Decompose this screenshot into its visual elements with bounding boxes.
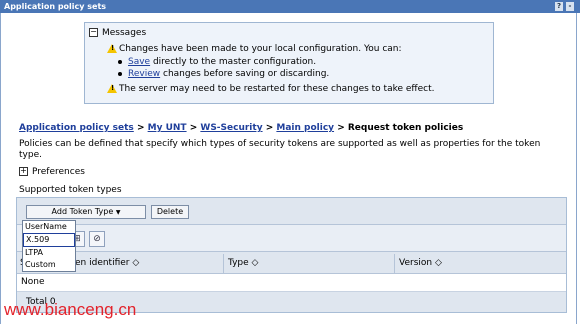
breadcrumb-application-policy-sets[interactable]: Application policy sets bbox=[19, 123, 134, 133]
breadcrumb-my-unt[interactable]: My UNT bbox=[148, 123, 187, 133]
page-description: Policies can be defined that specify whi… bbox=[19, 139, 541, 160]
messages-header: − Messages bbox=[89, 28, 146, 38]
bullet-icon bbox=[118, 71, 122, 76]
preferences-toggle[interactable]: + Preferences bbox=[19, 167, 85, 177]
expand-icon[interactable]: + bbox=[19, 167, 28, 176]
breadcrumb-separator: > bbox=[265, 123, 274, 133]
warning-icon bbox=[107, 84, 117, 93]
sort-icon[interactable]: ◇ bbox=[435, 258, 442, 268]
table-row: None bbox=[17, 274, 566, 292]
save-link[interactable]: Save bbox=[128, 57, 150, 67]
table-toolbar: Add Token Type ▼ Delete bbox=[17, 198, 566, 225]
dropdown-option-ltpa[interactable]: LTPA bbox=[23, 247, 75, 259]
type-column-header[interactable]: Type ◇ bbox=[228, 258, 258, 268]
message-changes: Changes have been made to your local con… bbox=[107, 44, 402, 54]
table-header-row: S en identifier ◇ Type ◇ Version ◇ bbox=[17, 254, 566, 274]
type-header-label: Type bbox=[228, 258, 249, 268]
dropdown-option-custom[interactable]: Custom bbox=[23, 259, 75, 271]
column-divider bbox=[223, 254, 224, 273]
window-title: Application policy sets bbox=[4, 2, 107, 11]
dropdown-option-x509[interactable]: X.509 bbox=[23, 233, 75, 247]
message-changes-text: Changes have been made to your local con… bbox=[119, 44, 402, 54]
token-identifier-header-label: en identifier bbox=[75, 258, 130, 268]
breadcrumb-separator: > bbox=[337, 123, 345, 133]
breadcrumb-main-policy[interactable]: Main policy bbox=[276, 123, 334, 133]
token-identifier-column-header[interactable]: en identifier ◇ bbox=[75, 258, 139, 268]
breadcrumb-current: Request token policies bbox=[347, 123, 464, 133]
breadcrumb-ws-security[interactable]: WS-Security bbox=[200, 123, 262, 133]
chevron-down-icon: ▼ bbox=[115, 209, 121, 216]
window-titlebar: Application policy sets ? - bbox=[0, 0, 580, 13]
message-review: Review changes before saving or discardi… bbox=[118, 69, 329, 79]
breadcrumb-separator: > bbox=[189, 123, 198, 133]
selection-toolbar: ⊞ ⊘ bbox=[17, 225, 566, 252]
empty-row-text: None bbox=[21, 277, 45, 287]
save-text: directly to the master configuration. bbox=[152, 57, 317, 67]
version-column-header[interactable]: Version ◇ bbox=[399, 258, 442, 268]
warning-icon bbox=[107, 44, 117, 53]
review-link[interactable]: Review bbox=[128, 69, 160, 79]
preferences-label: Preferences bbox=[32, 167, 85, 177]
version-header-label: Version bbox=[399, 258, 433, 268]
breadcrumb: Application policy sets > My UNT > WS-Se… bbox=[19, 123, 463, 133]
message-restart: The server may need to be restarted for … bbox=[107, 84, 435, 94]
messages-panel: −Messages Changes have been made to your… bbox=[84, 22, 494, 104]
supported-token-types-label: Supported token types bbox=[19, 185, 122, 195]
message-save: Save directly to the master configuratio… bbox=[118, 57, 316, 67]
delete-button[interactable]: Delete bbox=[151, 205, 189, 219]
sort-icon[interactable]: ◇ bbox=[132, 258, 139, 268]
message-restart-text: The server may need to be restarted for … bbox=[119, 84, 435, 94]
add-token-type-button[interactable]: Add Token Type ▼ bbox=[26, 205, 146, 219]
column-divider bbox=[394, 254, 395, 273]
add-token-type-label: Add Token Type bbox=[51, 207, 114, 216]
token-types-table: Add Token Type ▼ Delete ⊞ ⊘ S en identif… bbox=[16, 197, 567, 313]
watermark: www.bianceng.cn bbox=[4, 300, 137, 319]
bullet-icon bbox=[118, 59, 122, 64]
breadcrumb-separator: > bbox=[136, 123, 145, 133]
token-type-dropdown[interactable]: UserName X.509 LTPA Custom bbox=[22, 220, 76, 272]
review-text: changes before saving or discarding. bbox=[163, 69, 330, 79]
minimize-button[interactable]: - bbox=[566, 2, 574, 11]
help-button[interactable]: ? bbox=[555, 2, 563, 11]
dropdown-option-username[interactable]: UserName bbox=[23, 221, 75, 233]
deselect-all-icon[interactable]: ⊘ bbox=[89, 231, 105, 247]
sort-icon[interactable]: ◇ bbox=[252, 258, 259, 268]
messages-title: Messages bbox=[102, 28, 147, 38]
collapse-icon[interactable]: − bbox=[89, 28, 98, 37]
